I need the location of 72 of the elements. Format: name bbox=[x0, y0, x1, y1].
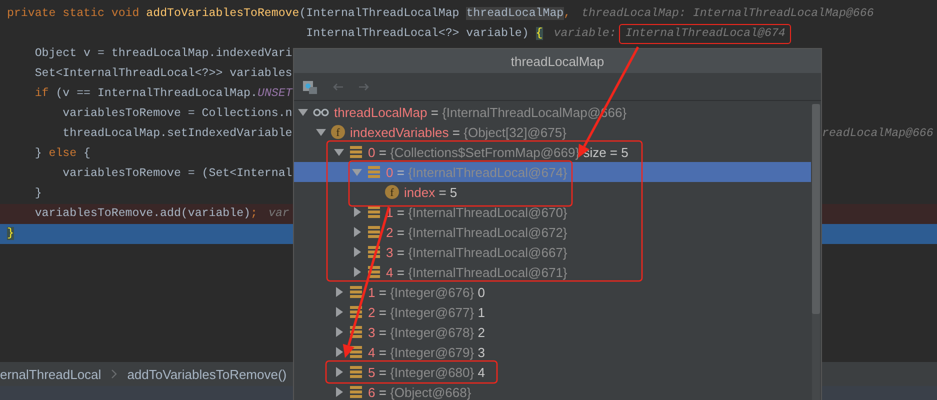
list-icon bbox=[367, 206, 381, 218]
caret-right-icon[interactable] bbox=[334, 327, 344, 337]
tree-row[interactable]: 4 = {InternalThreadLocal@671} bbox=[294, 262, 811, 282]
list-icon bbox=[367, 246, 381, 258]
breadcrumb-item[interactable]: addToVariablesToRemove() bbox=[127, 366, 287, 382]
list-icon bbox=[349, 286, 363, 298]
inline-value-hint: InternalThreadLocal@674 bbox=[619, 24, 792, 44]
caret-right-icon[interactable] bbox=[334, 307, 344, 317]
caret-right-icon[interactable] bbox=[352, 247, 362, 257]
tree-row[interactable]: 6 = {Object@668} bbox=[294, 382, 811, 400]
list-icon bbox=[349, 346, 363, 358]
caret-right-icon[interactable] bbox=[352, 227, 362, 237]
node-label: indexedVariables = {Object[32]@675} bbox=[350, 124, 566, 140]
caret-right-icon[interactable] bbox=[334, 347, 344, 357]
inline-value-hint: variable: bbox=[554, 26, 616, 42]
popup-title: threadLocalMap bbox=[510, 54, 604, 68]
list-icon bbox=[349, 326, 363, 338]
node-label: 3 = {InternalThreadLocal@667} bbox=[386, 244, 568, 260]
tree-row[interactable]: 3 = {Integer@678} 2 bbox=[294, 322, 811, 342]
tree-row[interactable]: f index = 5 bbox=[294, 182, 811, 202]
tree-row[interactable]: f indexedVariables = {Object[32]@675} bbox=[294, 122, 811, 142]
code-line: if (v == InternalThreadLocalMap.UNSET bbox=[34, 86, 292, 102]
list-icon bbox=[367, 266, 381, 278]
node-label: index = 5 bbox=[404, 184, 458, 200]
tree-row[interactable]: 5 = {Integer@680} 4 bbox=[294, 362, 811, 382]
code-line: variablesToRemove.add(variable); bbox=[34, 206, 258, 222]
list-icon bbox=[349, 146, 363, 158]
caret-right-icon[interactable] bbox=[334, 367, 344, 377]
inline-value-hint: threadLocalMap: InternalThreadLocalMap@666 bbox=[582, 6, 874, 22]
list-icon bbox=[367, 166, 381, 178]
code-line: } else { bbox=[34, 146, 91, 162]
breadcrumb-item[interactable]: ernalThreadLocal bbox=[0, 366, 102, 382]
list-icon bbox=[349, 366, 363, 378]
tree-row[interactable]: 3 = {InternalThreadLocal@667} bbox=[294, 242, 811, 262]
code-line: private static void addToVariablesToRemove(InternalThreadLocalMap threadLocalMap, bbox=[7, 6, 571, 22]
code-line: Object v = threadLocalMap.indexedVari bbox=[34, 46, 292, 62]
node-label: 3 = {Integer@678} 2 bbox=[368, 324, 485, 340]
field-icon: f bbox=[385, 185, 399, 199]
inline-value-hint: readLocalMap@666 bbox=[822, 126, 934, 142]
code-line: } bbox=[34, 186, 42, 202]
node-label: 5 = {Integer@680} 4 bbox=[368, 364, 485, 380]
tree-row[interactable]: 2 = {Integer@677} 1 bbox=[294, 302, 811, 322]
node-label: 4 = {InternalThreadLocal@671} bbox=[386, 264, 568, 280]
tree-row[interactable]: 2 = {InternalThreadLocal@672} bbox=[294, 222, 811, 242]
code-line: Set<InternalThreadLocal<?>> variables bbox=[34, 66, 292, 82]
caret-down-icon[interactable] bbox=[298, 107, 308, 117]
node-label: 0 = {InternalThreadLocal@674} bbox=[386, 164, 568, 180]
field-icon: f bbox=[331, 125, 345, 139]
list-icon bbox=[349, 306, 363, 318]
node-label: 2 = {Integer@677} 1 bbox=[368, 304, 485, 320]
caret-right-icon[interactable] bbox=[352, 267, 362, 277]
scrollbar-thumb[interactable] bbox=[812, 104, 820, 314]
node-label: 4 = {Integer@679} 3 bbox=[368, 344, 485, 360]
tree-row[interactable]: 1 = {Integer@676} 0 bbox=[294, 282, 811, 302]
caret-down-icon[interactable] bbox=[334, 147, 344, 157]
code-line: variablesToRemove = (Set<Internal bbox=[62, 166, 292, 182]
tree-row[interactable]: 4 = {Integer@679} 3 bbox=[294, 342, 811, 362]
caret-right-icon[interactable] bbox=[352, 207, 362, 217]
chevron-icon bbox=[111, 369, 118, 379]
caret-down-icon[interactable] bbox=[316, 127, 326, 137]
code-line: InternalThreadLocal<?> variable) { bbox=[305, 26, 543, 42]
code-line: threadLocalMap.setIndexedVariable bbox=[62, 126, 292, 142]
node-label: 2 = {InternalThreadLocal@672} bbox=[386, 224, 568, 240]
node-label: 1 = {Integer@676} 0 bbox=[368, 284, 485, 300]
list-icon bbox=[349, 386, 363, 398]
window-icon[interactable] bbox=[302, 78, 318, 94]
glasses-icon bbox=[313, 107, 329, 117]
inline-value-hint: var bbox=[268, 206, 290, 222]
code-line: variablesToRemove = Collections.n bbox=[62, 106, 292, 122]
caret-right-icon[interactable] bbox=[334, 287, 344, 297]
node-label: 6 = {Object@668} bbox=[368, 384, 472, 400]
list-icon bbox=[367, 226, 381, 238]
